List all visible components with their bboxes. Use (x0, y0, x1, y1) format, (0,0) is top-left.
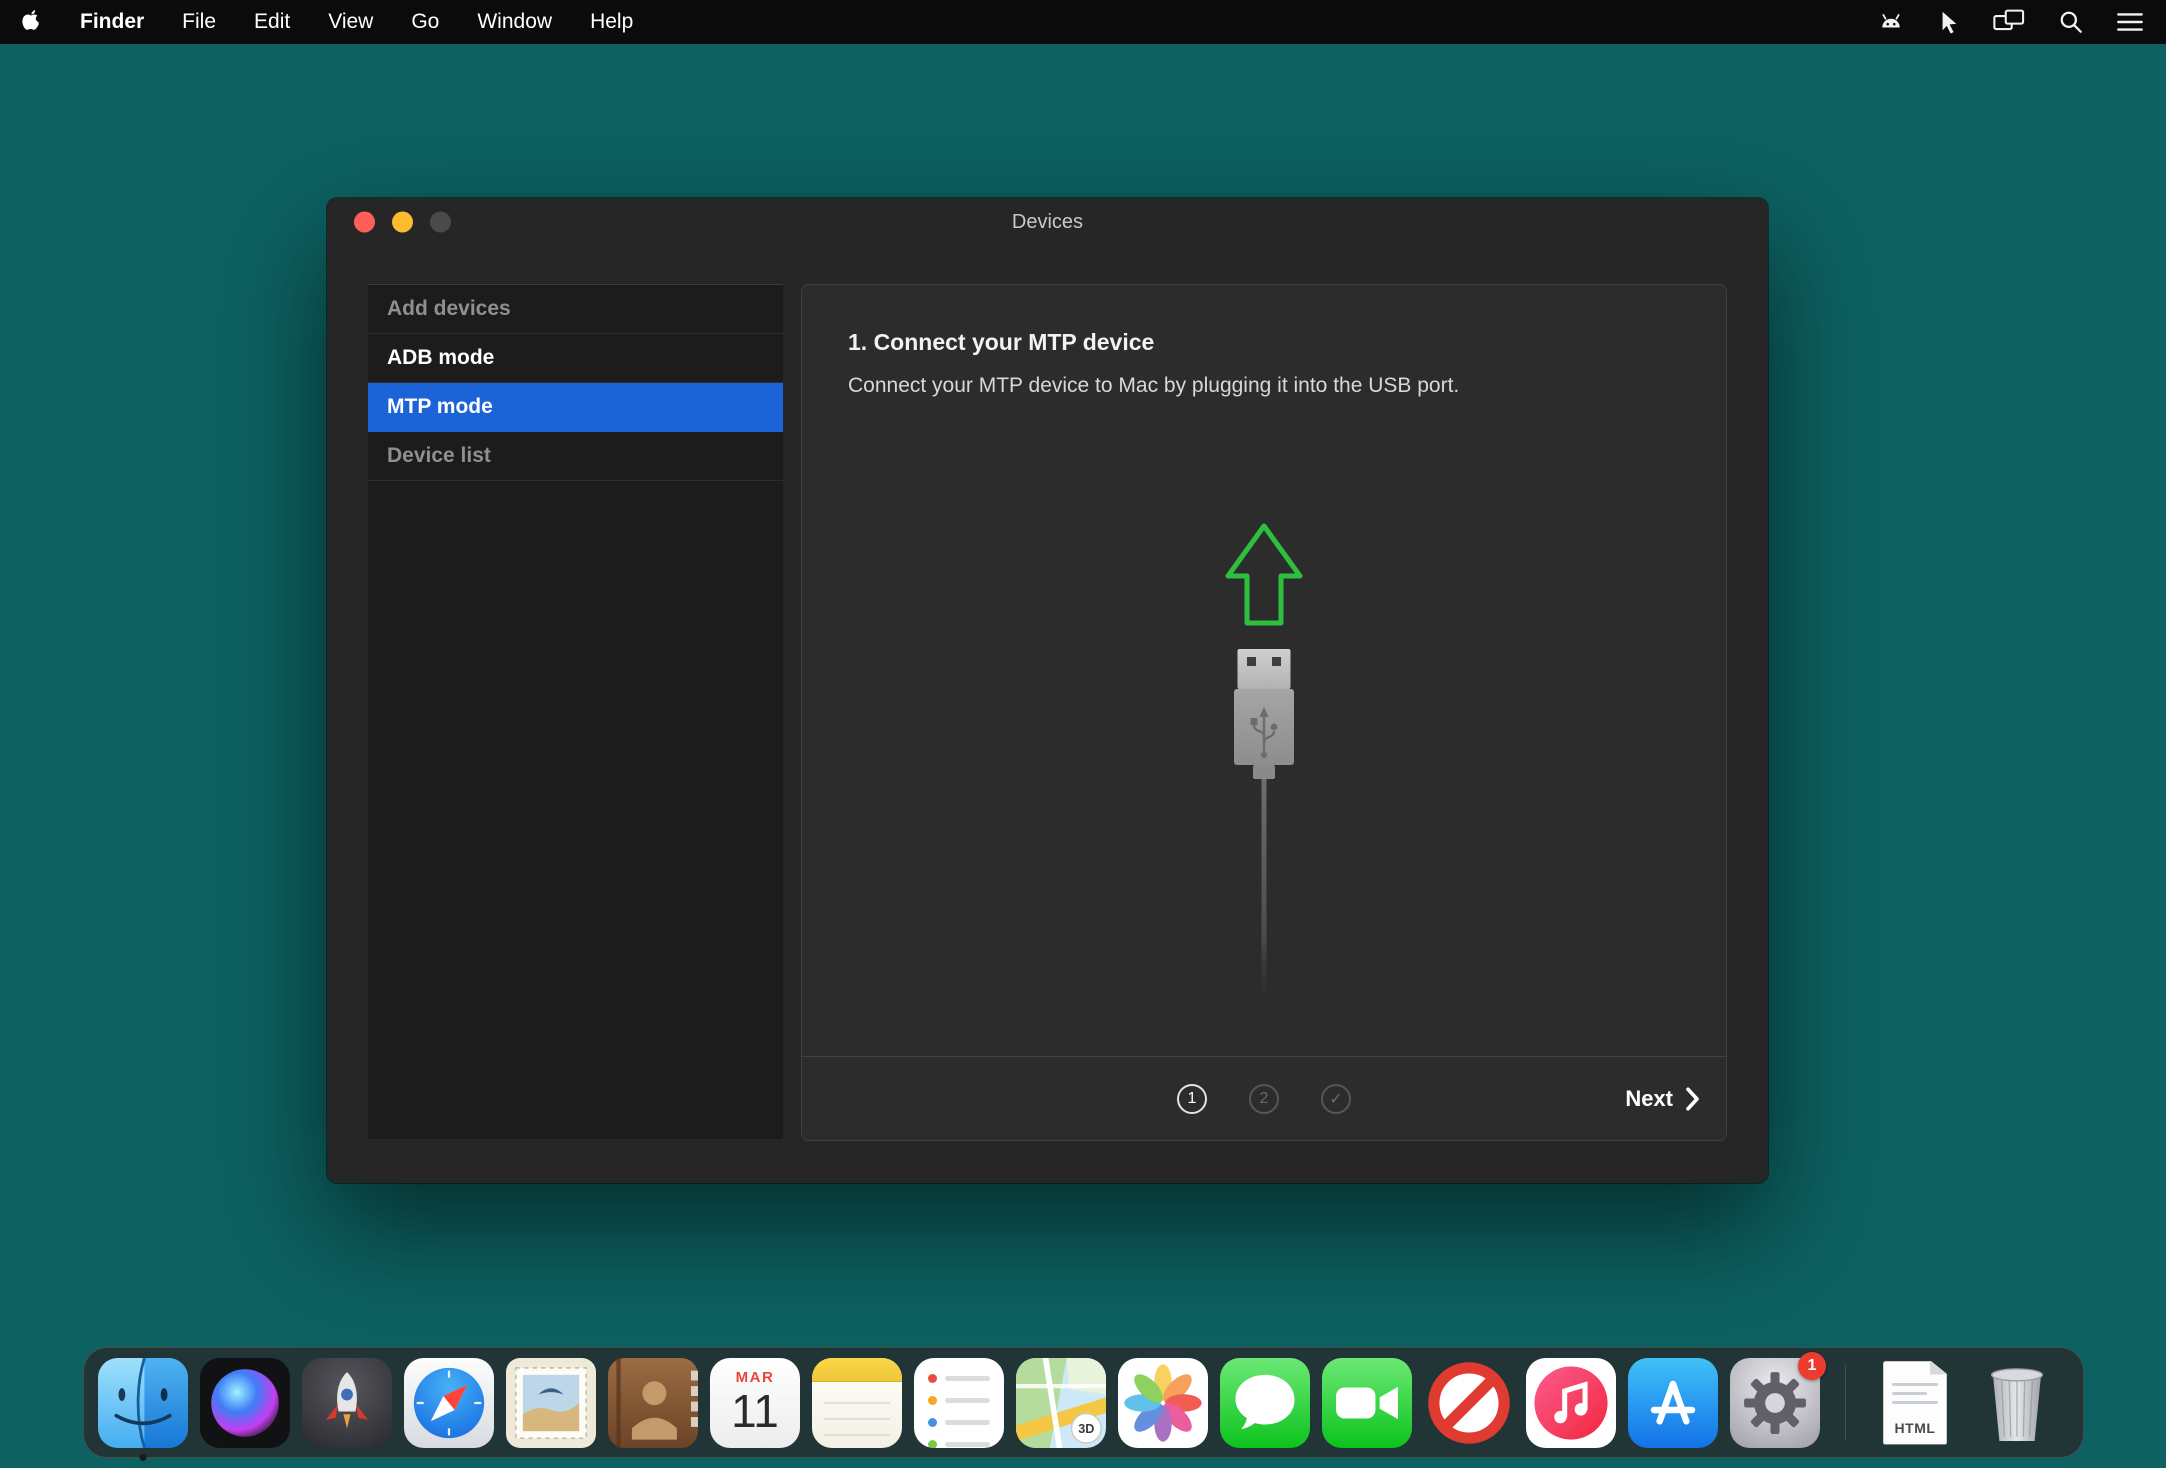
menu-edit[interactable]: Edit (254, 10, 290, 34)
step-2-indicator: 2 (1249, 1084, 1279, 1114)
dock-item-reminders[interactable] (914, 1358, 1004, 1448)
launchpad-rocket-icon (302, 1358, 392, 1448)
zoom-button-disabled (430, 212, 451, 233)
dock-item-html-file[interactable]: HTML (1870, 1358, 1960, 1448)
maps-icon: 3D (1016, 1358, 1106, 1448)
html-file-label: HTML (1883, 1420, 1947, 1436)
notes-icon (812, 1358, 902, 1448)
app-store-icon (1628, 1358, 1718, 1448)
trash-icon (1972, 1358, 2062, 1448)
step-done-indicator: ✓ (1321, 1084, 1351, 1114)
dock-item-mail[interactable] (506, 1358, 596, 1448)
next-button-label: Next (1625, 1086, 1673, 1112)
dock-item-calendar[interactable]: MAR 11 (710, 1358, 800, 1448)
traffic-lights (354, 212, 451, 233)
sidebar-item-device-list[interactable]: Device list (368, 432, 783, 481)
list-icon[interactable] (2116, 10, 2144, 34)
step-1-indicator: 1 (1177, 1084, 1207, 1114)
sidebar-item-add-devices[interactable]: Add devices (368, 285, 783, 334)
dock-item-music[interactable] (1526, 1358, 1616, 1448)
menu-file[interactable]: File (182, 10, 216, 34)
reminders-icon (914, 1358, 1004, 1448)
devices-window: Devices Add devices ADB mode MTP mode De… (327, 198, 1768, 1183)
facetime-camera-icon (1322, 1358, 1412, 1448)
close-button[interactable] (354, 212, 375, 233)
sidebar-label: ADB mode (387, 346, 494, 370)
apple-icon[interactable] (22, 10, 42, 34)
finder-icon (98, 1358, 188, 1448)
dock-item-facetime[interactable] (1322, 1358, 1412, 1448)
calendar-month: MAR (710, 1369, 800, 1386)
dock-item-finder[interactable] (98, 1358, 188, 1448)
dock-item-launchpad[interactable] (302, 1358, 392, 1448)
safari-compass-icon (404, 1358, 494, 1448)
pointer-icon[interactable] (1938, 10, 1960, 34)
dock-item-prohibited[interactable] (1424, 1358, 1514, 1448)
sidebar-item-adb-mode[interactable]: ADB mode (368, 334, 783, 383)
dock-item-photos[interactable] (1118, 1358, 1208, 1448)
menu-view[interactable]: View (328, 10, 373, 34)
dock-item-notes[interactable] (812, 1358, 902, 1448)
dock-item-siri[interactable] (200, 1358, 290, 1448)
calendar-icon: MAR 11 (710, 1358, 800, 1448)
photos-pinwheel-icon (1118, 1358, 1208, 1448)
dock-item-app-store[interactable] (1628, 1358, 1718, 1448)
contacts-book-icon (608, 1358, 698, 1448)
sidebar-item-mtp-mode[interactable]: MTP mode (368, 383, 783, 432)
music-note-icon (1526, 1358, 1616, 1448)
chevron-right-icon (1685, 1087, 1700, 1111)
dock-divider (1832, 1358, 1858, 1448)
menu-go[interactable]: Go (411, 10, 439, 34)
sidebar: Add devices ADB mode MTP mode Device lis… (368, 284, 783, 1139)
finder-running-indicator (140, 1454, 147, 1461)
sidebar-label: MTP mode (387, 395, 493, 419)
menu-window[interactable]: Window (477, 10, 552, 34)
dock-item-system-preferences[interactable]: 1 (1730, 1358, 1820, 1448)
messages-bubble-icon (1220, 1358, 1310, 1448)
notification-badge: 1 (1798, 1352, 1826, 1380)
maps-3d-label: 3D (1078, 1422, 1094, 1436)
dock-item-safari[interactable] (404, 1358, 494, 1448)
wizard-panel: 1. Connect your MTP device Connect your … (801, 284, 1727, 1141)
window-title: Devices (1012, 211, 1083, 234)
search-icon[interactable] (2058, 9, 2084, 35)
dock-item-contacts[interactable] (608, 1358, 698, 1448)
wizard-step-title: 1. Connect your MTP device (848, 329, 1726, 356)
sidebar-label: Add devices (387, 297, 511, 321)
wizard-footer: 1 2 ✓ Next (802, 1056, 1726, 1140)
wizard-step-description: Connect your MTP device to Mac by pluggi… (848, 374, 1726, 398)
prohibited-icon (1424, 1358, 1514, 1448)
html-file-icon: HTML (1883, 1361, 1947, 1445)
dock-item-messages[interactable] (1220, 1358, 1310, 1448)
usb-illustration (1204, 521, 1324, 1026)
window-body: Add devices ADB mode MTP mode Device lis… (327, 246, 1768, 1183)
menubar-app-name[interactable]: Finder (80, 10, 144, 34)
desktop: { "colors": { "desktop_teal": "#0d6161",… (0, 0, 2166, 1468)
sidebar-label: Device list (387, 444, 491, 468)
menu-help[interactable]: Help (590, 10, 633, 34)
minimize-button[interactable] (392, 212, 413, 233)
android-icon[interactable] (1876, 10, 1906, 34)
window-titlebar[interactable]: Devices (327, 198, 1768, 246)
displays-icon[interactable] (1992, 9, 2026, 35)
page-fold (1930, 1361, 1947, 1375)
siri-icon (200, 1358, 290, 1448)
next-button[interactable]: Next (1625, 1086, 1700, 1112)
step-indicator: 1 2 ✓ (1177, 1084, 1351, 1114)
menubar: Finder File Edit View Go Window Help (0, 0, 2166, 44)
mail-stamp-icon (506, 1358, 596, 1448)
dock-item-maps[interactable]: 3D (1016, 1358, 1106, 1448)
dock-item-trash[interactable] (1972, 1358, 2062, 1448)
calendar-day: 11 (710, 1387, 800, 1435)
dock: MAR 11 (83, 1347, 2084, 1458)
